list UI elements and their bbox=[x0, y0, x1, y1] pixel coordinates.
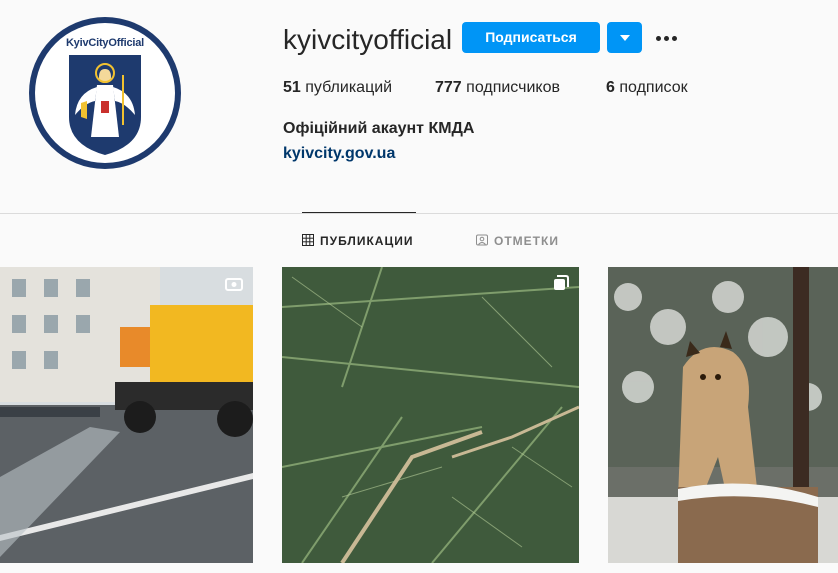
avatar-logo-text: KyivCityOfficial bbox=[65, 37, 145, 49]
tab-tagged-label: ОТМЕТКИ bbox=[494, 234, 559, 248]
suggested-accounts-dropdown-button[interactable] bbox=[607, 22, 642, 53]
active-tab-indicator bbox=[302, 212, 416, 213]
follow-button[interactable]: Подписаться bbox=[462, 22, 600, 53]
profile-full-name: Офіційний акаунт КМДА bbox=[283, 120, 475, 137]
tabs-divider bbox=[0, 213, 838, 214]
post-image-lynx bbox=[608, 267, 838, 563]
more-options-icon[interactable] bbox=[654, 28, 680, 48]
stat-following-label: подписок bbox=[619, 79, 688, 96]
stat-posts-count: 51 bbox=[283, 79, 301, 96]
stat-posts-label: публикаций bbox=[305, 79, 393, 96]
carousel-icon bbox=[554, 275, 569, 290]
tab-posts-label: ПУБЛИКАЦИИ bbox=[320, 234, 414, 248]
kyiv-coat-of-arms-icon bbox=[69, 55, 141, 155]
profile-avatar[interactable]: KyivCityOfficial bbox=[29, 17, 181, 169]
stat-followers-count: 777 bbox=[435, 79, 462, 96]
grid-icon bbox=[302, 234, 314, 246]
tab-tagged[interactable]: ОТМЕТКИ bbox=[476, 233, 559, 249]
tagged-icon bbox=[476, 234, 488, 246]
stat-following-count: 6 bbox=[606, 79, 615, 96]
tab-posts[interactable]: ПУБЛИКАЦИИ bbox=[302, 233, 413, 249]
post-image-street-truck bbox=[0, 267, 253, 563]
igtv-icon bbox=[225, 278, 243, 291]
stat-followers-label: подписчиков bbox=[466, 79, 560, 96]
stat-followers[interactable]: 777 подписчиков bbox=[435, 79, 560, 97]
stat-following[interactable]: 6 подписок bbox=[606, 79, 688, 97]
profile-website-link[interactable]: kyivcity.gov.ua bbox=[283, 145, 395, 163]
stat-posts: 51 публикаций bbox=[283, 79, 392, 97]
post-image-pine-branches bbox=[282, 267, 579, 563]
post-thumbnail[interactable] bbox=[0, 267, 253, 563]
profile-username: kyivcityofficial bbox=[283, 24, 453, 55]
post-thumbnail[interactable] bbox=[282, 267, 579, 563]
post-thumbnail[interactable] bbox=[608, 267, 838, 563]
